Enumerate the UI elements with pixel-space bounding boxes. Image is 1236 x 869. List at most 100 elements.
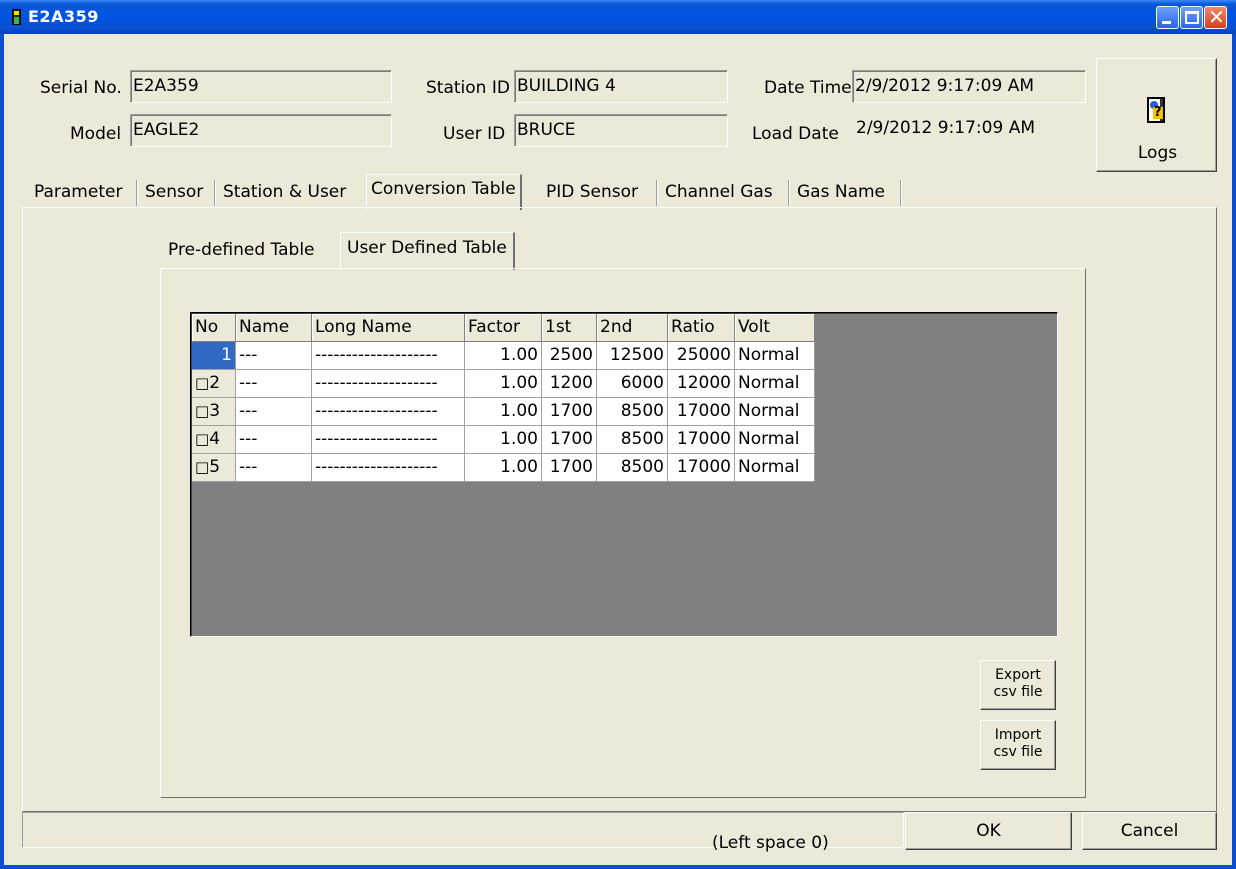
load-date-label: Load Date	[752, 124, 839, 144]
row-1-volt[interactable]: Normal	[735, 342, 815, 370]
import-csv-label-line1: Import	[994, 727, 1042, 743]
row-2-1st[interactable]: 1200	[542, 370, 597, 398]
window-frame-left	[0, 34, 4, 869]
close-button[interactable]: ✕	[1204, 5, 1227, 29]
conversion-grid[interactable]: No Name Long Name Factor 1st 2nd Ratio V…	[190, 312, 1058, 637]
row-4-volt[interactable]: Normal	[735, 426, 815, 454]
tab-sensor[interactable]: Sensor	[145, 178, 203, 208]
row-5-no: 5	[209, 457, 221, 477]
logs-label: Logs	[1137, 143, 1178, 163]
export-csv-button[interactable]: Export csv file	[980, 660, 1056, 710]
row-5-volt[interactable]: Normal	[735, 454, 815, 482]
cancel-button[interactable]: Cancel	[1082, 812, 1217, 850]
maximize-button[interactable]	[1180, 6, 1203, 29]
row-4-ratio[interactable]: 17000	[668, 426, 735, 454]
maximize-icon	[1185, 11, 1199, 24]
tab-divider	[788, 180, 790, 206]
ok-button[interactable]: OK	[905, 812, 1072, 850]
row-1-name[interactable]: ---	[236, 342, 312, 370]
column-header-ratio[interactable]: Ratio	[668, 314, 735, 342]
tab-conversion-table[interactable]: Conversion Table	[366, 174, 522, 210]
tab-divider	[136, 180, 138, 206]
window-title: E2A359	[28, 7, 99, 26]
serial-no-field: E2A359	[130, 70, 392, 103]
row-1-factor[interactable]: 1.00	[465, 342, 542, 370]
row-4-no: 4	[209, 429, 221, 449]
row-5-2nd[interactable]: 8500	[597, 454, 668, 482]
row-4-2nd[interactable]: 8500	[597, 426, 668, 454]
row-2-name[interactable]: ---	[236, 370, 312, 398]
logs-button[interactable]: Logs	[1096, 58, 1217, 172]
row-2-ratio[interactable]: 12000	[668, 370, 735, 398]
export-csv-label-line2: csv file	[993, 684, 1043, 700]
app-icon	[12, 9, 21, 25]
tab-gas-name[interactable]: Gas Name	[797, 178, 885, 208]
window-frame-right	[1232, 34, 1236, 869]
row-checkbox-icon	[195, 373, 209, 393]
title-bar[interactable]: E2A359 ✕	[0, 0, 1236, 34]
user-id-field: BRUCE	[514, 114, 728, 147]
station-id-field: BUILDING 4	[514, 70, 728, 103]
left-space-status: (Left space 0)	[712, 833, 829, 853]
export-csv-label-line1: Export	[995, 667, 1041, 683]
column-header-2nd[interactable]: 2nd	[597, 314, 668, 342]
row-3-2nd[interactable]: 8500	[597, 398, 668, 426]
column-header-volt[interactable]: Volt	[735, 314, 815, 342]
row-5-name[interactable]: ---	[236, 454, 312, 482]
row-checkbox-icon	[195, 429, 209, 449]
date-time-label: Date Time	[764, 78, 852, 98]
row-checkbox-icon	[195, 457, 209, 477]
row-1-ratio[interactable]: 25000	[668, 342, 735, 370]
row-4-long-name[interactable]: --------------------	[312, 426, 465, 454]
logs-icon	[1147, 97, 1165, 123]
row-3-no-cell[interactable]: 3	[192, 398, 236, 426]
column-header-name[interactable]: Name	[236, 314, 312, 342]
column-header-no[interactable]: No	[192, 314, 236, 342]
row-4-no-cell[interactable]: 4	[192, 426, 236, 454]
tab-parameter[interactable]: Parameter	[34, 178, 122, 208]
row-4-factor[interactable]: 1.00	[465, 426, 542, 454]
serial-no-label: Serial No.	[40, 78, 122, 98]
row-3-name[interactable]: ---	[236, 398, 312, 426]
row-5-no-cell[interactable]: 5	[192, 454, 236, 482]
tab-station-user[interactable]: Station & User	[223, 178, 346, 208]
row-2-2nd[interactable]: 6000	[597, 370, 668, 398]
row-1-2nd[interactable]: 12500	[597, 342, 668, 370]
tab-divider	[656, 180, 658, 206]
tab-pid-sensor[interactable]: PID Sensor	[546, 178, 638, 208]
row-5-ratio[interactable]: 17000	[668, 454, 735, 482]
import-csv-button[interactable]: Import csv file	[980, 720, 1056, 770]
row-4-name[interactable]: ---	[236, 426, 312, 454]
row-2-no: 2	[209, 373, 221, 393]
row-3-long-name[interactable]: --------------------	[312, 398, 465, 426]
column-header-long-name[interactable]: Long Name	[312, 314, 465, 342]
tab-predefined-table[interactable]: Pre-defined Table	[168, 240, 315, 260]
close-icon: ✕	[1208, 5, 1225, 29]
row-3-1st[interactable]: 1700	[542, 398, 597, 426]
row-2-volt[interactable]: Normal	[735, 370, 815, 398]
row-1-long-name[interactable]: --------------------	[312, 342, 465, 370]
minimize-button[interactable]	[1156, 6, 1179, 29]
model-label: Model	[70, 124, 122, 144]
row-5-1st[interactable]: 1700	[542, 454, 597, 482]
row-3-factor[interactable]: 1.00	[465, 398, 542, 426]
row-3-ratio[interactable]: 17000	[668, 398, 735, 426]
column-header-1st[interactable]: 1st	[542, 314, 597, 342]
date-time-field: 2/9/2012 9:17:09 AM	[852, 70, 1086, 103]
tab-channel-gas[interactable]: Channel Gas	[665, 178, 773, 208]
minimize-icon	[1162, 21, 1171, 24]
row-1-no[interactable]: 1	[192, 342, 236, 370]
row-2-factor[interactable]: 1.00	[465, 370, 542, 398]
station-id-label: Station ID	[426, 78, 510, 98]
tab-user-defined-table[interactable]: User Defined Table	[340, 232, 515, 270]
row-2-long-name[interactable]: --------------------	[312, 370, 465, 398]
load-date-value: 2/9/2012 9:17:09 AM	[856, 118, 1035, 138]
column-header-factor[interactable]: Factor	[465, 314, 542, 342]
row-5-long-name[interactable]: --------------------	[312, 454, 465, 482]
row-3-volt[interactable]: Normal	[735, 398, 815, 426]
row-5-factor[interactable]: 1.00	[465, 454, 542, 482]
row-4-1st[interactable]: 1700	[542, 426, 597, 454]
row-3-no: 3	[209, 401, 221, 421]
row-1-1st[interactable]: 2500	[542, 342, 597, 370]
row-2-no-cell[interactable]: 2	[192, 370, 236, 398]
